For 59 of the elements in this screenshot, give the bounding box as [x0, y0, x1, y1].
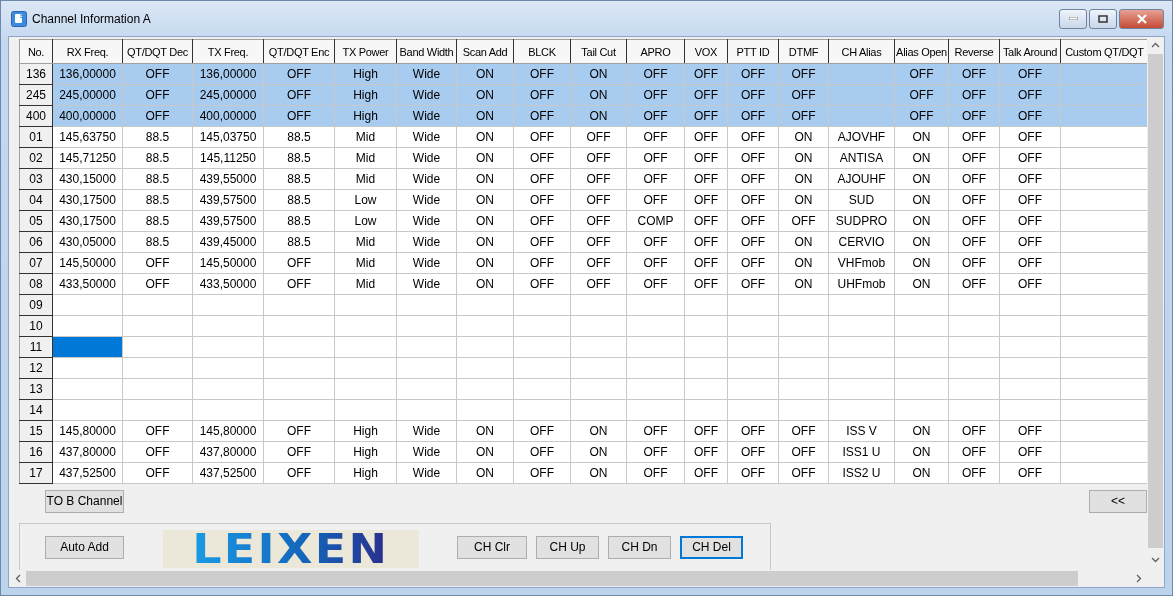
logo: LEIXEN — [163, 530, 419, 568]
row-header[interactable]: 07 — [19, 252, 53, 274]
column-header[interactable]: Custom QT/DQT — [1060, 39, 1147, 64]
column-header[interactable]: Scan Add — [456, 39, 514, 64]
row-header[interactable]: 11 — [19, 336, 53, 358]
column-header[interactable]: Tail Cut — [570, 39, 627, 64]
to-b-channel-button[interactable]: TO B Channel — [45, 489, 124, 513]
close-button[interactable] — [1119, 8, 1164, 29]
row-header[interactable]: 06 — [19, 231, 53, 253]
column-header[interactable]: QT/DQT Dec — [122, 39, 193, 64]
row-header[interactable]: 01 — [19, 126, 53, 148]
row-header[interactable]: 08 — [19, 273, 53, 295]
row-header[interactable]: 13 — [19, 378, 53, 400]
row-header[interactable]: 03 — [19, 168, 53, 190]
minimize-icon — [1068, 17, 1078, 20]
row-header[interactable]: 400 — [19, 105, 53, 127]
restore-icon — [1098, 14, 1108, 23]
column-header[interactable]: DTMF — [778, 39, 829, 64]
row-header[interactable]: 14 — [19, 399, 53, 421]
column-header[interactable]: No. — [19, 39, 53, 64]
column-header[interactable]: TX Power — [334, 39, 397, 64]
scroll-right-icon[interactable] — [1135, 574, 1142, 583]
collapse-button[interactable]: << — [1089, 489, 1147, 513]
column-header[interactable]: Talk Around — [999, 39, 1061, 64]
scroll-left-icon[interactable] — [14, 574, 21, 583]
column-header[interactable]: BLCK — [513, 39, 571, 64]
channel-button[interactable]: CH Up — [536, 535, 599, 559]
column-header[interactable]: PTT ID — [727, 39, 779, 64]
restore-button[interactable] — [1089, 8, 1117, 29]
column-header[interactable]: CH Alias — [828, 39, 895, 64]
column-header[interactable]: TX Freq. — [192, 39, 264, 64]
channel-button[interactable]: CH Del — [680, 535, 743, 559]
row-header[interactable]: 04 — [19, 189, 53, 211]
column-header[interactable]: QT/DQT Enc — [263, 39, 335, 64]
auto-add-button[interactable]: Auto Add — [45, 535, 124, 559]
row-header[interactable]: 15 — [19, 420, 53, 442]
column-header[interactable]: RX Freq. — [52, 39, 123, 64]
app-icon — [11, 10, 27, 27]
column-header[interactable]: Alias Open — [894, 39, 949, 64]
channel-button[interactable]: CH Clr — [457, 535, 527, 559]
row-header[interactable]: 16 — [19, 441, 53, 463]
channel-button[interactable]: CH Dn — [608, 535, 671, 559]
column-header[interactable]: Reverse — [948, 39, 1000, 64]
row-header[interactable]: 136 — [19, 63, 53, 85]
column-header[interactable]: VOX — [684, 39, 728, 64]
row-header[interactable]: 10 — [19, 315, 53, 337]
row-header[interactable]: 12 — [19, 357, 53, 379]
row-header[interactable]: 245 — [19, 84, 53, 106]
minimize-button[interactable] — [1059, 8, 1087, 29]
row-header[interactable]: 02 — [19, 147, 53, 169]
scroll-up-icon[interactable] — [1151, 42, 1160, 48]
row-header[interactable]: 17 — [19, 462, 53, 484]
row-header[interactable]: 05 — [19, 210, 53, 232]
scroll-down-icon[interactable] — [1151, 557, 1160, 563]
window-title: Channel Information A — [32, 11, 152, 26]
column-header[interactable]: APRO — [626, 39, 685, 64]
column-header[interactable]: Band Width — [396, 39, 457, 64]
close-icon — [1136, 13, 1147, 24]
row-header[interactable]: 09 — [19, 294, 53, 316]
